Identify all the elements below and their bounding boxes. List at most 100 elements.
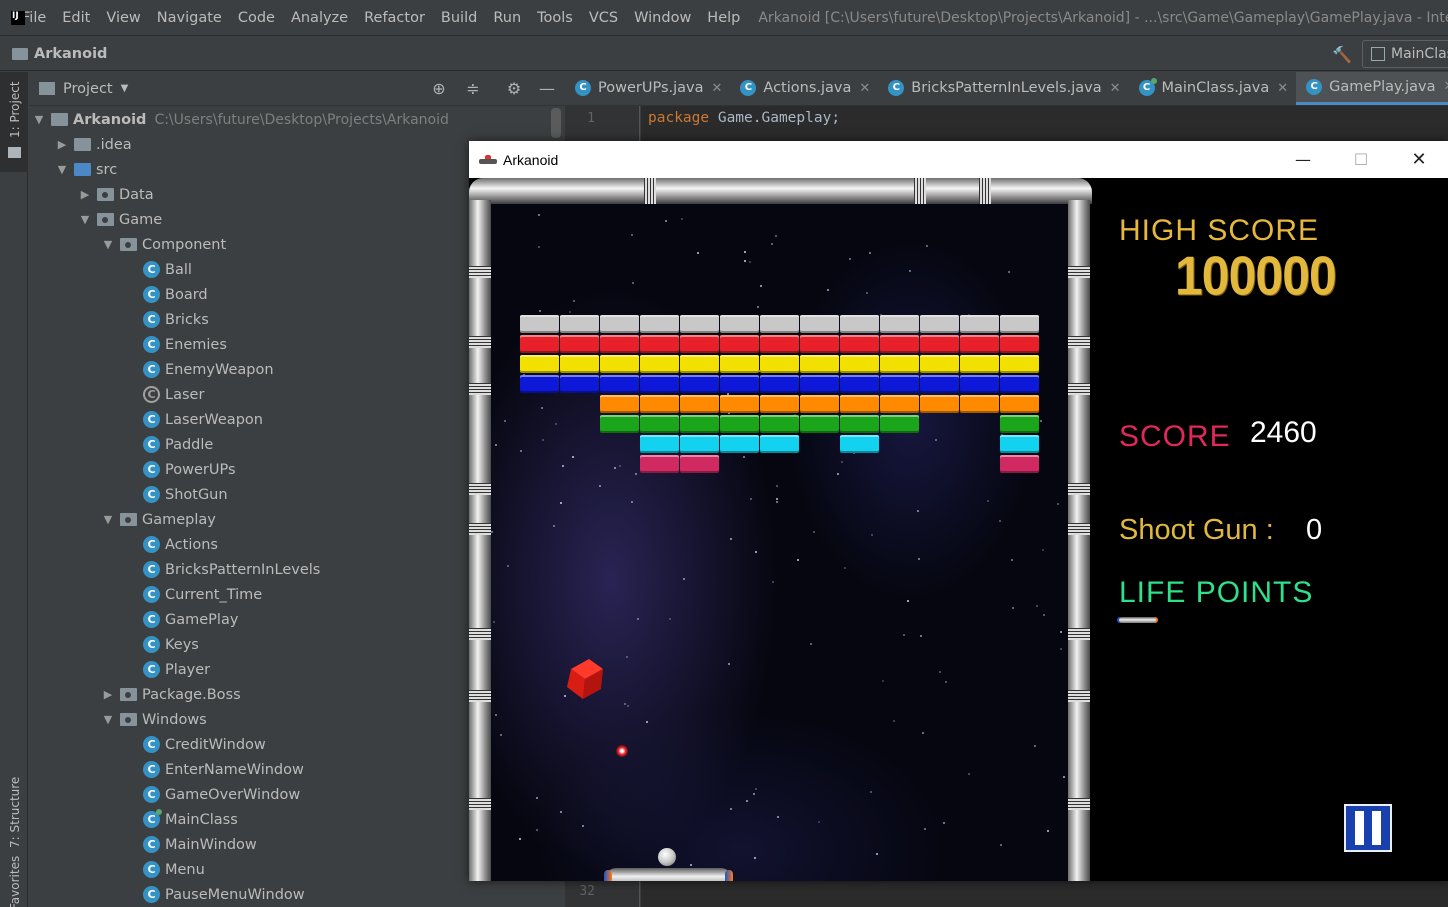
menu-help[interactable]: Help — [707, 10, 740, 26]
tree-item-label: EnterNameWindow — [165, 761, 304, 778]
editor-tab-gameplay-java[interactable]: C GamePlay.java ✕ — [1296, 72, 1448, 105]
close-tab-icon[interactable]: ✕ — [1277, 81, 1288, 96]
brick — [600, 335, 639, 353]
menu-code[interactable]: Code — [238, 10, 275, 26]
tree-item-ball[interactable]: C Ball — [123, 257, 192, 282]
tree-item-src[interactable]: ▼ src — [54, 157, 117, 182]
star — [776, 485, 778, 487]
run-configuration-select[interactable]: MainClass — [1362, 40, 1448, 68]
game-playfield[interactable] — [469, 178, 1092, 881]
star — [619, 465, 621, 467]
tree-item-bricks[interactable]: C Bricks — [123, 307, 209, 332]
tree-item-mainclass[interactable]: C MainClass — [123, 807, 238, 832]
tree-item-creditwindow[interactable]: C CreditWindow — [123, 732, 266, 757]
tree-item-pausemenuwindow[interactable]: C PauseMenuWindow — [123, 882, 305, 906]
space-background — [491, 200, 1068, 881]
close-tab-icon[interactable]: ✕ — [1110, 81, 1121, 96]
tree-item-shotgun[interactable]: C ShotGun — [123, 482, 228, 507]
java-class-icon: C — [143, 561, 160, 578]
chevron-down-icon[interactable]: ▼ — [121, 83, 129, 94]
brick — [760, 435, 799, 453]
project-tree-scrollbar[interactable] — [551, 108, 561, 138]
hide-panel-icon[interactable]: — — [537, 79, 557, 99]
code-text: Game.Gameplay; — [709, 110, 841, 126]
tree-item-laserweapon[interactable]: C LaserWeapon — [123, 407, 263, 432]
menu-refactor[interactable]: Refactor — [364, 10, 425, 26]
tree-item-powerups[interactable]: C PowerUPs — [123, 457, 236, 482]
close-tab-icon[interactable]: ✕ — [712, 81, 723, 96]
tree-item--idea[interactable]: ▶ .idea — [54, 132, 132, 157]
brick — [1000, 355, 1039, 373]
breadcrumb-project[interactable]: Arkanoid — [34, 46, 107, 62]
chevron-right-icon[interactable]: ▶ — [100, 688, 116, 701]
locate-target-icon[interactable]: ⊕ — [429, 79, 449, 99]
menu-window[interactable]: Window — [634, 10, 691, 26]
tree-item-game[interactable]: ▼ Game — [77, 207, 162, 232]
tree-item-enemies[interactable]: C Enemies — [123, 332, 227, 357]
star — [1060, 648, 1062, 650]
editor-tab-actions-java[interactable]: C Actions.java ✕ — [730, 72, 878, 105]
tree-item-keys[interactable]: C Keys — [123, 632, 199, 657]
tool-tab-project[interactable]: 1: Project — [0, 72, 28, 172]
player-paddle[interactable] — [604, 868, 733, 881]
tree-item-data[interactable]: ▶ Data — [77, 182, 154, 207]
tree-item-menu[interactable]: C Menu — [123, 857, 205, 882]
tree-item-current-time[interactable]: C Current_Time — [123, 582, 262, 607]
brick — [680, 435, 719, 453]
tree-item-enternamewindow[interactable]: C EnterNameWindow — [123, 757, 304, 782]
chevron-right-icon[interactable]: ▶ — [54, 138, 70, 151]
build-hammer-icon[interactable]: 🔨 — [1332, 45, 1352, 64]
maximize-button[interactable]: ☐ — [1332, 141, 1390, 178]
close-button[interactable]: ✕ — [1390, 141, 1448, 178]
tree-item-enemyweapon[interactable]: C EnemyWeapon — [123, 357, 274, 382]
project-view-title[interactable]: Project — [63, 81, 113, 97]
chevron-right-icon[interactable]: ▶ — [77, 188, 93, 201]
editor-tab-brickspatterninlevels-java[interactable]: C BricksPatternInLevels.java ✕ — [878, 72, 1128, 105]
star — [754, 857, 756, 859]
collapse-all-icon[interactable]: ≑ — [463, 79, 483, 99]
tree-item-gameplay[interactable]: C GamePlay — [123, 607, 238, 632]
tree-item-laser[interactable]: C Laser — [123, 382, 204, 407]
chevron-down-icon[interactable]: ▼ — [100, 713, 116, 726]
menu-run[interactable]: Run — [493, 10, 521, 26]
tree-item-board[interactable]: C Board — [123, 282, 208, 307]
tree-item-windows[interactable]: ▼ Windows — [100, 707, 207, 732]
star — [866, 292, 868, 294]
wall-ring — [469, 798, 491, 810]
menu-file[interactable]: File — [22, 10, 46, 26]
editor-tab-mainclass-java[interactable]: C MainClass.java ✕ — [1129, 72, 1297, 105]
arkanoid-titlebar[interactable]: Arkanoid — ☐ ✕ — [469, 141, 1448, 178]
close-tab-icon[interactable]: ✕ — [859, 81, 870, 96]
menu-analyze[interactable]: Analyze — [291, 10, 348, 26]
minimize-button[interactable]: — — [1274, 141, 1332, 178]
pause-button[interactable] — [1344, 804, 1392, 852]
menu-view[interactable]: View — [106, 10, 140, 26]
tree-item-gameplay[interactable]: ▼ Gameplay — [100, 507, 216, 532]
chevron-down-icon[interactable]: ▼ — [100, 513, 116, 526]
tree-item-paddle[interactable]: C Paddle — [123, 432, 213, 457]
menu-tools[interactable]: Tools — [537, 10, 573, 26]
tool-tab-favorites[interactable]: Favorites — [0, 856, 28, 907]
tree-item-component[interactable]: ▼ Component — [100, 232, 226, 257]
tool-tab-structure[interactable]: 7: Structure — [0, 758, 28, 868]
chevron-down-icon[interactable]: ▼ — [77, 213, 93, 226]
tree-item-mainwindow[interactable]: C MainWindow — [123, 832, 257, 857]
star — [560, 502, 562, 504]
tree-item-brickspatterninlevels[interactable]: C BricksPatternInLevels — [123, 557, 320, 582]
chevron-down-icon[interactable]: ▼ — [31, 113, 47, 126]
tree-item-arkanoid[interactable]: ▼ Arkanoid C:\Users\future\Desktop\Project… — [31, 107, 449, 132]
menu-build[interactable]: Build — [441, 10, 477, 26]
menu-edit[interactable]: Edit — [62, 10, 90, 26]
editor-tab-powerups-java[interactable]: C PowerUPs.java ✕ — [565, 72, 730, 105]
gear-icon[interactable]: ⚙ — [504, 79, 524, 99]
menu-vcs[interactable]: VCS — [589, 10, 618, 26]
tree-item-package-boss[interactable]: ▶ Package.Boss — [100, 682, 241, 707]
brick — [760, 395, 799, 413]
close-tab-icon[interactable]: ✕ — [1444, 79, 1448, 94]
chevron-down-icon[interactable]: ▼ — [54, 163, 70, 176]
tree-item-actions[interactable]: C Actions — [123, 532, 218, 557]
menu-navigate[interactable]: Navigate — [157, 10, 222, 26]
chevron-down-icon[interactable]: ▼ — [100, 238, 116, 251]
tree-item-gameoverwindow[interactable]: C GameOverWindow — [123, 782, 300, 807]
tree-item-player[interactable]: C Player — [123, 657, 210, 682]
